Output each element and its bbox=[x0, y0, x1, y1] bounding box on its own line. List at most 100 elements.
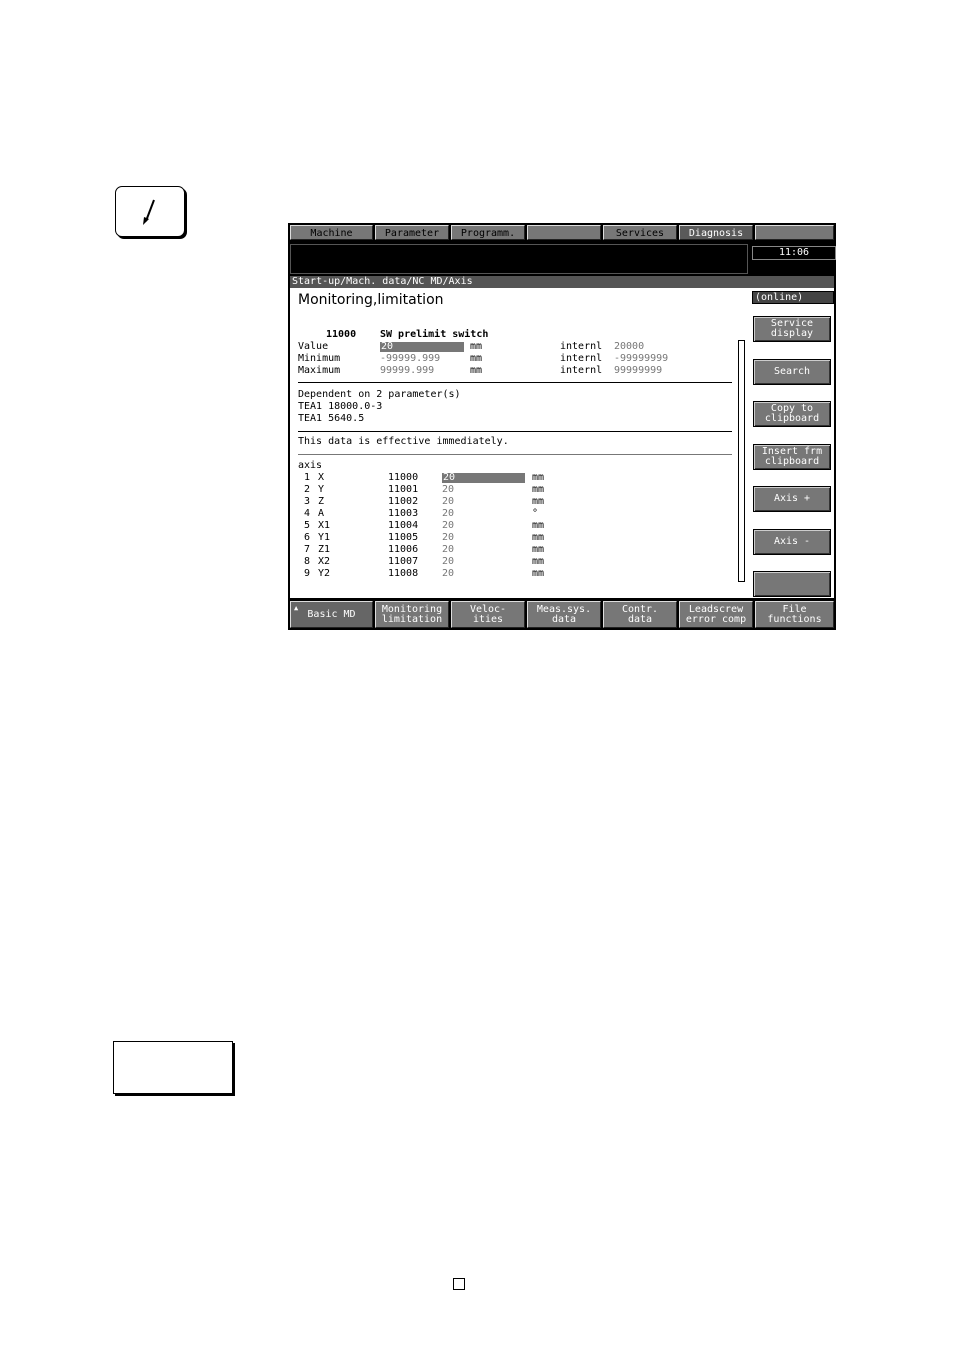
axis-md: 11002 bbox=[388, 496, 419, 507]
meas-sys-data-button[interactable]: Meas.sys. data bbox=[527, 601, 601, 628]
tab-empty-1[interactable] bbox=[527, 225, 601, 240]
axis-value: 20 bbox=[442, 484, 455, 495]
axis-value: 20 bbox=[442, 568, 455, 579]
axis-name: A bbox=[318, 508, 325, 519]
divider bbox=[298, 382, 732, 383]
footer-square-icon bbox=[453, 1278, 465, 1290]
value-intern: 20000 bbox=[614, 341, 645, 352]
dependency-heading: Dependent on 2 parameter(s) bbox=[298, 389, 461, 400]
axis-name: Y bbox=[318, 484, 325, 495]
tab-empty-2[interactable] bbox=[755, 225, 834, 240]
axis-value: 20 bbox=[442, 544, 455, 555]
axis-md: 11007 bbox=[388, 556, 419, 567]
minimum-intern: -99999999 bbox=[614, 353, 669, 364]
search-button[interactable]: Search bbox=[753, 359, 831, 385]
axis-value: 20 bbox=[442, 520, 455, 531]
axis-unit: mm bbox=[532, 544, 545, 555]
axis-index: 1 bbox=[304, 472, 311, 483]
minimum-value: -99999.999 bbox=[380, 353, 441, 364]
axis-index: 7 bbox=[304, 544, 311, 555]
velocities-button[interactable]: Veloc- ities bbox=[451, 601, 525, 628]
divider bbox=[298, 454, 732, 455]
axis-index: 6 bbox=[304, 532, 311, 543]
maximum-value: 99999.999 bbox=[380, 365, 435, 376]
axis-name: X bbox=[318, 472, 325, 483]
param-number: 11000 bbox=[326, 329, 357, 340]
cnc-screen: Machine Parameter Programm. Services Dia… bbox=[288, 223, 836, 630]
tab-programm[interactable]: Programm. bbox=[451, 225, 525, 240]
axis-md: 11000 bbox=[388, 472, 419, 483]
note-icon-box bbox=[115, 186, 185, 237]
minimum-unit: mm bbox=[470, 353, 483, 364]
breadcrumb: Start-up/Mach. data/NC MD/Axis bbox=[290, 276, 834, 288]
status-badge: (online) bbox=[752, 291, 834, 304]
axis-value: 20 bbox=[442, 496, 455, 507]
service-display-button[interactable]: Service display bbox=[753, 316, 831, 342]
divider bbox=[298, 431, 732, 432]
axis-header: axis bbox=[298, 460, 323, 471]
axis-plus-button[interactable]: Axis + bbox=[753, 486, 831, 512]
tab-parameter[interactable]: Parameter bbox=[375, 225, 449, 240]
contr-data-button[interactable]: Contr. data bbox=[603, 601, 677, 628]
value-input[interactable]: 20 bbox=[380, 342, 464, 352]
axis-value: 20 bbox=[442, 532, 455, 543]
copy-to-clipboard-button[interactable]: Copy to clipboard bbox=[753, 401, 831, 427]
axis-unit: mm bbox=[532, 484, 545, 495]
axis-name: Y2 bbox=[318, 568, 331, 579]
axis-index: 4 bbox=[304, 508, 311, 519]
axis-minus-button[interactable]: Axis - bbox=[753, 529, 831, 555]
axis-md: 11003 bbox=[388, 508, 419, 519]
axis-unit: ° bbox=[532, 508, 539, 519]
page-title: Monitoring,limitation bbox=[298, 292, 444, 308]
insert-from-clipboard-button[interactable]: Insert frm clipboard bbox=[753, 444, 831, 470]
effective-note: This data is effective immediately. bbox=[298, 436, 509, 447]
tab-diagnosis[interactable]: Diagnosis bbox=[679, 225, 753, 240]
clock: 11:06 bbox=[752, 246, 836, 260]
axis-name: X1 bbox=[318, 520, 331, 531]
axis-index: 9 bbox=[304, 568, 311, 579]
leadscrew-error-comp-button[interactable]: Leadscrew error comp bbox=[679, 601, 753, 628]
axis-index: 3 bbox=[304, 496, 311, 507]
softkey-empty[interactable] bbox=[753, 571, 831, 597]
axis-name: Y1 bbox=[318, 532, 331, 543]
axis-md: 11006 bbox=[388, 544, 419, 555]
axis-value: 20 bbox=[442, 508, 455, 519]
minimum-label: Minimum bbox=[298, 353, 341, 364]
maximum-intern-label: internl bbox=[560, 365, 603, 376]
maximum-unit: mm bbox=[470, 365, 483, 376]
maximum-label: Maximum bbox=[298, 365, 341, 376]
axis-md: 11001 bbox=[388, 484, 419, 495]
value-unit: mm bbox=[470, 341, 483, 352]
maximum-intern: 99999999 bbox=[614, 365, 663, 376]
axis-name: Z bbox=[318, 496, 325, 507]
minimum-intern-label: internl bbox=[560, 353, 603, 364]
file-functions-button[interactable]: File functions bbox=[755, 601, 834, 628]
axis-index: 2 bbox=[304, 484, 311, 495]
axis-index: 5 bbox=[304, 520, 311, 531]
value-intern-label: internl bbox=[560, 341, 603, 352]
axis-unit: mm bbox=[532, 568, 545, 579]
basic-md-button[interactable]: ▲ Basic MD bbox=[290, 601, 373, 628]
axis-index: 8 bbox=[304, 556, 311, 567]
axis-unit: mm bbox=[532, 472, 545, 483]
triangle-up-icon: ▲ bbox=[294, 604, 299, 612]
tab-machine[interactable]: Machine bbox=[290, 225, 373, 240]
axis-unit: mm bbox=[532, 532, 545, 543]
axis-name: Z1 bbox=[318, 544, 331, 555]
axis-value-input[interactable]: 20 bbox=[442, 473, 525, 483]
axis-md: 11004 bbox=[388, 520, 419, 531]
axis-unit: mm bbox=[532, 496, 545, 507]
work-area: Start-up/Mach. data/NC MD/Axis Monitorin… bbox=[290, 276, 834, 598]
empty-box bbox=[113, 1041, 233, 1094]
tab-services[interactable]: Services bbox=[603, 225, 677, 240]
monitoring-limitation-button[interactable]: Monitoring limitation bbox=[375, 601, 449, 628]
param-name: SW prelimit switch bbox=[380, 329, 489, 340]
basic-md-label: Basic MD bbox=[307, 608, 356, 620]
dependency-item: TEA1 5640.5 bbox=[298, 413, 365, 424]
axis-unit: mm bbox=[532, 520, 545, 531]
status-area bbox=[290, 244, 748, 274]
axis-name: X2 bbox=[318, 556, 331, 567]
axis-md: 11005 bbox=[388, 532, 419, 543]
axis-unit: mm bbox=[532, 556, 545, 567]
scrollbar[interactable] bbox=[738, 340, 745, 582]
